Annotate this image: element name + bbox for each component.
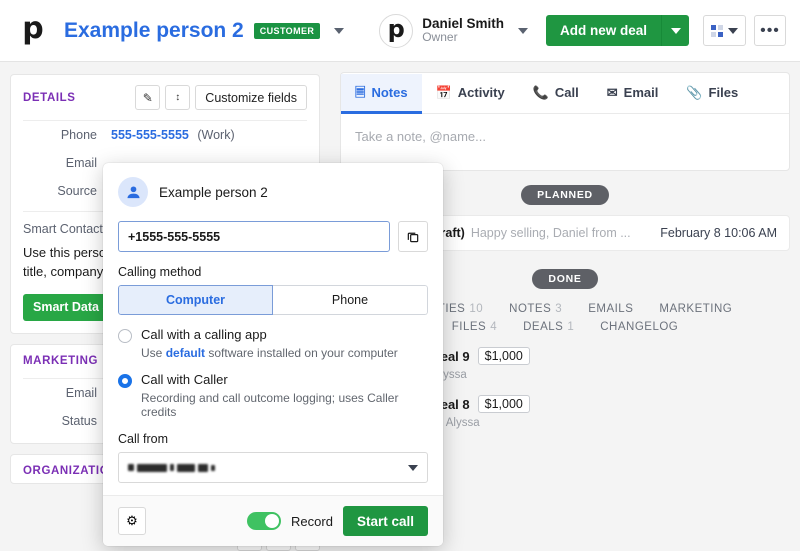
- start-call-button[interactable]: Start call: [342, 506, 428, 536]
- details-section-title: DETAILS: [23, 91, 76, 104]
- record-label: Record: [291, 513, 333, 529]
- call-from-value-redacted: [128, 463, 408, 472]
- app-root: p Example person 2 CUSTOMER p Daniel Smi…: [0, 0, 800, 551]
- deal-amount: $1,000: [477, 347, 530, 365]
- call-modal-footer: ⚙ Record Start call: [103, 495, 443, 546]
- chevron-down-icon: [408, 464, 418, 471]
- option-caller-sub: Recording and call outcome logging; uses…: [141, 391, 399, 419]
- status-badge: CUSTOMER: [253, 22, 321, 39]
- tab-email[interactable]: ✉ Email: [593, 74, 673, 114]
- add-new-deal-button[interactable]: Add new deal: [545, 15, 661, 46]
- status-badge-planned: PLANNED: [521, 185, 609, 205]
- top-bar: p Example person 2 CUSTOMER p Daniel Smi…: [0, 0, 800, 62]
- tab-label: Call: [554, 85, 579, 100]
- option-label: Call with Caller: [141, 372, 228, 387]
- method-computer-button[interactable]: Computer: [118, 285, 273, 315]
- call-from-select[interactable]: [118, 452, 428, 483]
- page-title: Example person 2: [64, 18, 244, 42]
- option-calling-app[interactable]: Call with a calling app: [118, 327, 428, 343]
- field-label: Source: [57, 184, 97, 198]
- calendar-icon: 📅: [435, 85, 452, 100]
- phone-number-input[interactable]: [118, 221, 390, 252]
- phone-link[interactable]: 555-555-5555: [111, 128, 189, 142]
- calling-method-toggle: Computer Phone: [118, 285, 428, 315]
- chevron-down-icon[interactable]: [334, 27, 345, 34]
- phone-number-row: [118, 221, 428, 252]
- call-modal-header: Example person 2: [118, 177, 428, 207]
- radio-unselected-icon[interactable]: [118, 329, 132, 343]
- chevron-down-icon: [670, 27, 681, 34]
- note-icon: 🗏: [355, 85, 366, 100]
- ellipsis-icon: •••: [760, 21, 780, 39]
- tab-activity[interactable]: 📅 Activity: [422, 74, 519, 114]
- note-input[interactable]: Take a note, @name...: [341, 114, 789, 170]
- notes-composer-card: 🗏 Notes 📅 Activity 📞 Call ✉ Email 📎 File…: [340, 72, 790, 171]
- filter-emails[interactable]: EMAILS: [588, 303, 633, 315]
- tab-files[interactable]: 📎 Files: [672, 74, 752, 114]
- timeline-preview: Happy selling, Daniel from ...: [470, 226, 631, 240]
- marketing-section-title: MARKETING: [23, 355, 99, 368]
- phone-label-suffix: (Work): [197, 128, 235, 142]
- field-label: Email: [65, 156, 97, 170]
- add-deal-group: Add new deal: [545, 15, 689, 46]
- pencil-icon[interactable]: ✎: [135, 85, 161, 110]
- copy-icon[interactable]: [398, 221, 428, 252]
- owner-text: Daniel Smith Owner: [422, 16, 504, 45]
- details-card-header: DETAILS ✎ ↕ Customize fields: [11, 75, 319, 120]
- envelope-icon: ✉: [606, 85, 618, 100]
- option-label: Call with a calling app: [141, 327, 267, 342]
- call-modal-contact-name: Example person 2: [159, 184, 268, 200]
- field-label: Email: [65, 385, 97, 400]
- filter-files[interactable]: FILES 4: [452, 321, 497, 333]
- tab-call[interactable]: 📞 Call: [519, 74, 593, 114]
- owner-selector[interactable]: p Daniel Smith Owner: [379, 13, 528, 48]
- tab-notes[interactable]: 🗏 Notes: [341, 74, 422, 114]
- tab-label: Activity: [457, 85, 505, 100]
- person-avatar-icon: [118, 177, 148, 207]
- filter-marketing[interactable]: MARKETING: [659, 303, 732, 315]
- paperclip-icon: 📎: [686, 85, 703, 100]
- field-value-group: 555-555-5555 (Work): [111, 128, 235, 142]
- gear-icon[interactable]: ⚙: [118, 507, 146, 535]
- record-toggle[interactable]: [247, 512, 282, 530]
- tab-label: Files: [708, 85, 739, 100]
- option-caller[interactable]: Call with Caller: [118, 372, 428, 388]
- more-options-button[interactable]: •••: [754, 15, 786, 46]
- tab-label: Email: [623, 85, 659, 100]
- filter-deals[interactable]: DEALS 1: [523, 321, 574, 333]
- method-phone-button[interactable]: Phone: [273, 285, 428, 315]
- customize-fields-button[interactable]: Customize fields: [195, 85, 307, 110]
- add-deal-dropdown-button[interactable]: [661, 15, 689, 46]
- pipedrive-logo-icon: p: [14, 11, 52, 50]
- chevron-down-icon[interactable]: [517, 27, 528, 34]
- calling-method-label: Calling method: [118, 265, 202, 279]
- call-from-label: Call from: [118, 432, 169, 446]
- grid-icon: [711, 24, 723, 37]
- call-modal-body: Example person 2 Calling method Computer…: [103, 163, 443, 495]
- option-calling-app-sub: Use default software installed on your c…: [141, 346, 398, 360]
- filter-changelog[interactable]: CHANGELOG: [600, 321, 678, 333]
- field-label: Status: [61, 413, 97, 428]
- sort-updown-icon[interactable]: ↕: [165, 85, 191, 110]
- default-app-link[interactable]: default: [166, 346, 205, 360]
- radio-selected-icon[interactable]: [118, 374, 132, 388]
- deal-amount: $1,000: [477, 395, 530, 413]
- details-actions: ✎ ↕ Customize fields: [135, 85, 307, 110]
- phone-icon: 📞: [532, 85, 549, 100]
- field-label: Phone: [60, 128, 97, 142]
- chevron-down-icon: [728, 27, 738, 34]
- tab-label: Notes: [371, 85, 408, 100]
- tab-bar: 🗏 Notes 📅 Activity 📞 Call ✉ Email 📎 File…: [341, 73, 789, 114]
- filter-notes[interactable]: NOTES 3: [509, 303, 562, 315]
- call-modal: Example person 2 Calling method Computer…: [103, 163, 443, 546]
- status-badge-done: DONE: [532, 269, 598, 289]
- view-layout-button[interactable]: [703, 15, 746, 46]
- owner-name: Daniel Smith: [422, 15, 504, 31]
- owner-role: Owner: [422, 30, 458, 45]
- avatar: p: [379, 13, 414, 48]
- timeline-date: February 8 10:06 AM: [660, 226, 777, 240]
- field-row-phone: Phone 555-555-5555 (Work): [11, 121, 319, 149]
